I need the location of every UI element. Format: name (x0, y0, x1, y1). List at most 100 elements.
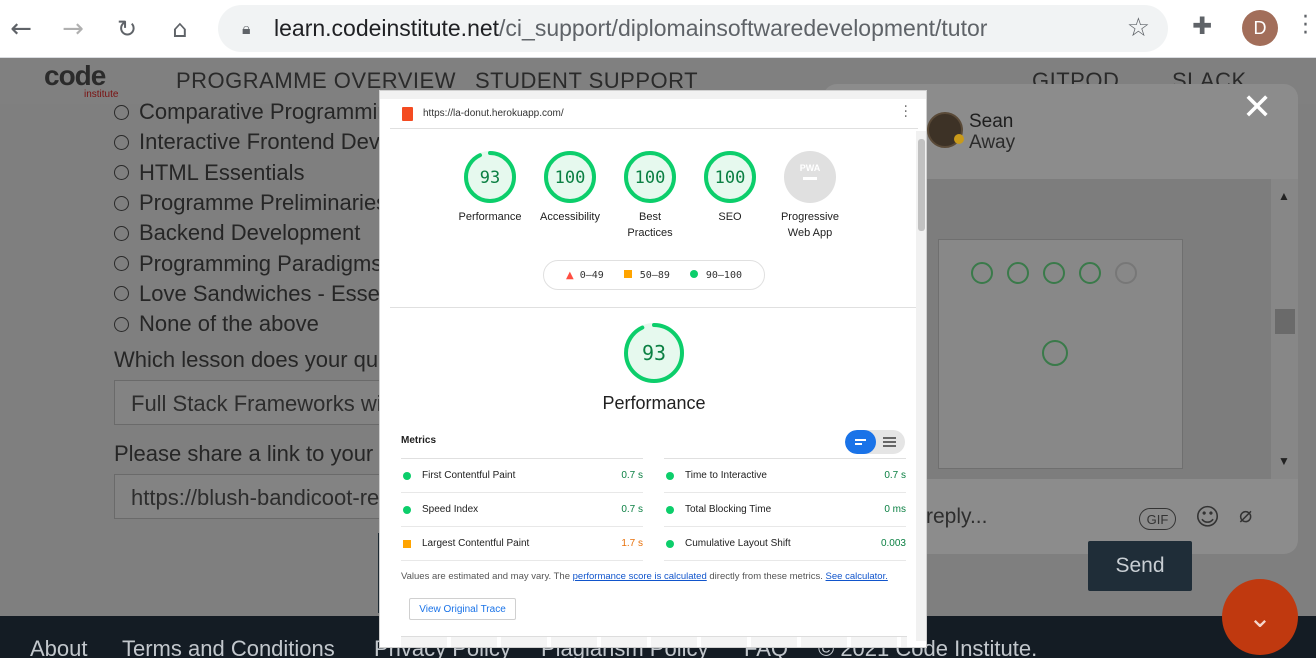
scroll-handle[interactable] (1275, 309, 1295, 334)
note-text-2: directly from these metrics. (706, 571, 826, 582)
browser-toolbar: ← → ↻ ⌂ 🔒︎ learn.codeinstitute.net/ci_su… (0, 0, 1316, 58)
metric-status-icon (666, 539, 674, 548)
metric-status-icon (666, 505, 674, 514)
footer-link-terms[interactable]: Terms and Conditions (122, 636, 335, 658)
radio-circle-icon[interactable] (114, 195, 129, 211)
big-gauge-value: 93 (642, 341, 666, 365)
metrics-title: Metrics (401, 435, 437, 446)
radio-label: Programme Preliminaries (139, 190, 388, 216)
metric-name: Time to Interactive (685, 470, 767, 481)
bookmark-star-icon[interactable]: ☆ (1127, 13, 1150, 43)
legend-average: 50–89 (623, 269, 670, 281)
scroll-up-icon[interactable]: ▲ (1278, 189, 1290, 203)
legend-average-text: 50–89 (639, 269, 670, 281)
chat-reply-input[interactable]: reply... (926, 505, 987, 529)
gauge-label: Best (638, 211, 661, 223)
metric-value: 0.7 s (884, 470, 906, 481)
metric-status-icon (403, 539, 411, 548)
radio-circle-icon[interactable] (114, 256, 129, 272)
attachment-icon[interactable]: ⌀ (1239, 503, 1252, 528)
profile-avatar[interactable]: D (1242, 10, 1278, 46)
gauge-label: Accessibility (540, 211, 600, 223)
emoji-icon[interactable]: ☺ (1195, 503, 1220, 531)
radio-circle-icon[interactable] (114, 316, 129, 332)
metric-status-icon (666, 471, 674, 480)
url-path: /ci_support/diplomainsoftwaredevelopment… (499, 15, 988, 41)
legend-fail-text: 0–49 (579, 269, 604, 281)
metric-status-icon (403, 471, 411, 480)
lb-divider (390, 307, 916, 308)
gauge-value: 93 (480, 168, 500, 188)
metric-value: 0.7 s (621, 470, 643, 481)
home-icon[interactable]: ⌂ (163, 12, 197, 46)
away-status-dot (954, 134, 964, 144)
reload-icon[interactable]: ↻ (110, 12, 144, 46)
footer-link-about[interactable]: About (30, 636, 88, 658)
score-calc-link: performance score is calculated (572, 571, 707, 582)
triangle-icon: ▲ (565, 269, 574, 281)
agent-avatar (927, 112, 964, 148)
browser-menu-icon[interactable]: · · · (1302, 7, 1309, 45)
gauge-label: Performance (458, 211, 522, 223)
close-lightbox-icon[interactable]: ✕ (1242, 90, 1272, 126)
performance-big-gauge: 93 Performance (594, 321, 714, 414)
extensions-puzzle-icon[interactable]: ✚ (1192, 12, 1212, 40)
send-button[interactable]: Send (1088, 541, 1192, 591)
radio-circle-icon[interactable] (114, 225, 129, 241)
radio-circle-icon[interactable] (114, 104, 129, 120)
metric-name: Speed Index (422, 504, 479, 515)
lb-url-bar: https://la-donut.herokuapp.com/ · · · (390, 99, 918, 129)
agent-status: Away (969, 132, 1016, 153)
metric-status-icon (403, 505, 411, 514)
gif-button[interactable]: GIF (1139, 508, 1176, 530)
metric-row: First Contentful Paint 0.7 s (401, 459, 643, 493)
gauge-value: 100 (715, 168, 746, 188)
url-text[interactable]: learn.codeinstitute.net/ci_support/diplo… (274, 15, 987, 42)
gauge-performance: 93 Performance (450, 149, 530, 225)
lb-devtools-strip (380, 91, 926, 99)
scroll-down-icon[interactable]: ▼ (1278, 454, 1290, 468)
radio-circle-icon[interactable] (114, 134, 129, 150)
lb-kebab-menu-icon: · · · (903, 99, 908, 125)
metric-row: Largest Contentful Paint 1.7 s (401, 527, 643, 561)
metric-name: Cumulative Layout Shift (685, 538, 791, 549)
forward-arrow-icon[interactable]: → (56, 12, 90, 46)
thumb-gauge (971, 262, 993, 284)
metric-row: Total Blocking Time 0 ms (664, 493, 906, 527)
score-legend: ▲ 0–49 50–89 90–100 (543, 260, 765, 290)
metric-row: Speed Index 0.7 s (401, 493, 643, 527)
pwa-badge-text: PWA (800, 163, 821, 173)
back-arrow-icon[interactable]: ← (4, 12, 38, 46)
radio-label: Programming Paradigms (139, 250, 383, 276)
metric-name: Largest Contentful Paint (422, 538, 530, 549)
gauge-value: 100 (555, 168, 586, 188)
thumb-gauge (1115, 262, 1137, 284)
address-bar[interactable]: 🔒︎ learn.codeinstitute.net/ci_support/di… (218, 5, 1168, 52)
radio-label: Backend Development (139, 220, 361, 246)
score-gauges: 93 Performance 100 Accessibility 100 Bes… (450, 149, 850, 259)
metric-value: 0 ms (884, 504, 906, 515)
radio-circle-icon[interactable] (114, 165, 129, 181)
code-institute-logo[interactable]: code institute (44, 62, 132, 102)
lb-url: https://la-donut.herokuapp.com/ (423, 108, 564, 119)
chat-collapse-chevron-icon[interactable]: ⌄ (1222, 579, 1298, 655)
gauge-accessibility: 100 Accessibility (530, 149, 610, 225)
agent-name: Sean (969, 111, 1014, 132)
lock-icon[interactable]: 🔒︎ (242, 19, 260, 39)
gauge-seo: 100 SEO (690, 149, 770, 225)
metric-value: 0.003 (880, 538, 906, 549)
gauge-best-practices: 100 Best Practices (610, 149, 690, 241)
lb-scrollbar (916, 131, 926, 641)
metric-name: Total Blocking Time (685, 504, 772, 515)
lighthouse-screenshot-lightbox: https://la-donut.herokuapp.com/ · · · 93 P… (379, 90, 927, 648)
radio-label: HTML Essentials (139, 159, 305, 185)
note-text: Values are estimated and may vary. The (401, 571, 573, 582)
chat-scrollbar[interactable]: ▲ ▼ (1271, 179, 1298, 479)
radio-circle-icon[interactable] (114, 286, 129, 302)
metric-value: 0.7 s (621, 504, 643, 515)
metrics-note: Values are estimated and may vary. The p… (401, 571, 911, 582)
screenshot-thumbnail[interactable] (938, 239, 1183, 469)
thumb-gauge (1042, 340, 1068, 366)
url-host: learn.codeinstitute.net (274, 15, 500, 41)
metric-value: 1.7 s (621, 538, 643, 549)
